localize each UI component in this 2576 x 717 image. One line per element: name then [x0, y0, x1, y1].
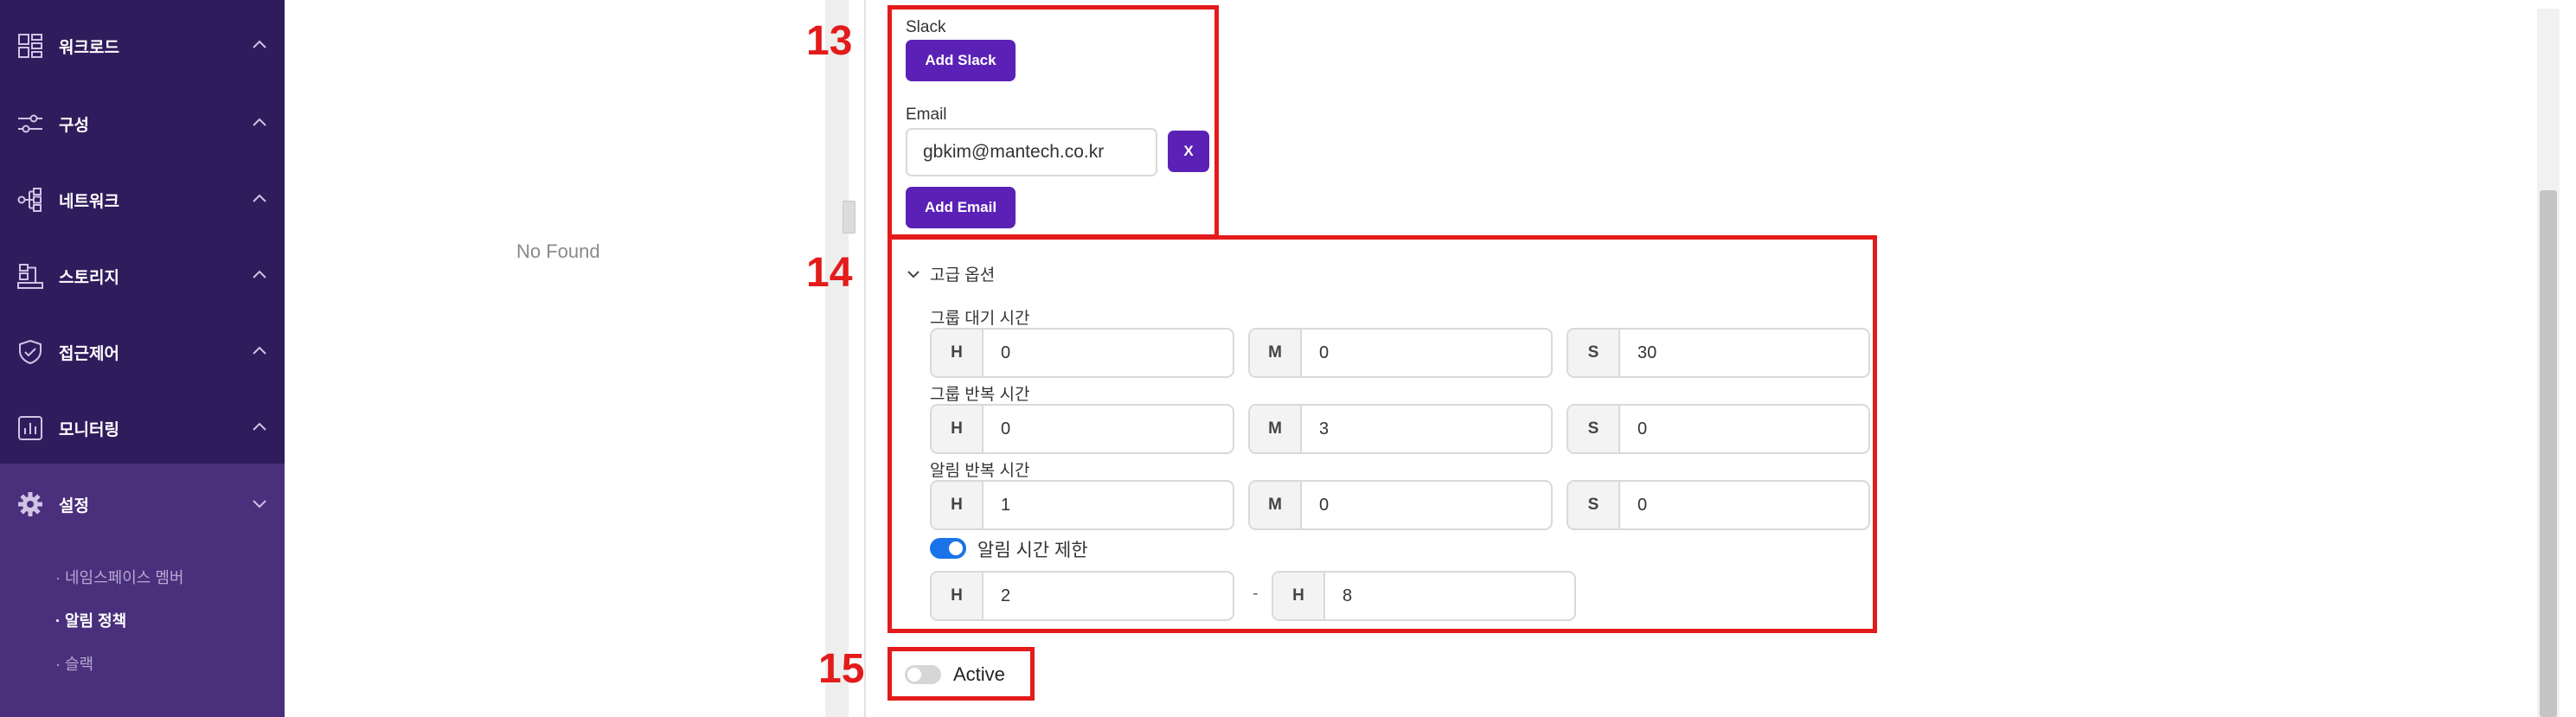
- shield-check-icon: [16, 337, 45, 367]
- alert-repeat-seconds-input[interactable]: S0: [1567, 480, 1870, 530]
- seconds-value[interactable]: 0: [1620, 482, 1868, 528]
- annotation-number-15: 15: [818, 646, 865, 692]
- minutes-value[interactable]: 0: [1302, 482, 1551, 528]
- sidebar-item-label: 구성: [59, 116, 89, 135]
- sidebar-subitem-namespace-member[interactable]: · 네임스페이스 멤버: [55, 566, 183, 588]
- email-label: Email: [906, 106, 947, 124]
- sidebar-item-label: 접근제어: [59, 344, 119, 363]
- hours-tag: H: [932, 330, 984, 376]
- chevron-down-icon: [253, 500, 266, 509]
- add-slack-button[interactable]: Add Slack: [906, 40, 1016, 81]
- from-hour-value[interactable]: 2: [984, 573, 1233, 619]
- hours-value[interactable]: 1: [984, 482, 1233, 528]
- seconds-tag: S: [1568, 330, 1620, 376]
- remove-email-button[interactable]: X: [1168, 131, 1209, 172]
- sidebar-item-config[interactable]: 구성: [0, 86, 285, 162]
- chevron-up-icon: [253, 346, 266, 355]
- sidebar-item-label: 모니터링: [59, 420, 119, 439]
- chart-icon: [16, 413, 45, 443]
- annotation-number-14: 14: [806, 250, 853, 296]
- splitter-handle[interactable]: [843, 201, 855, 234]
- group-repeat-hours-input[interactable]: H0: [930, 404, 1234, 454]
- sidebar-item-workload[interactable]: 워크로드: [0, 8, 285, 84]
- group-wait-seconds-input[interactable]: S 30: [1567, 328, 1870, 378]
- range-separator: -: [1253, 584, 1259, 603]
- minutes-value[interactable]: 3: [1302, 406, 1551, 452]
- sidebar: 워크로드 구성 네트워크 스토리지 접근제어 모니터링 설정 · 네임스페이스 …: [0, 0, 285, 717]
- alert-repeat-minutes-input[interactable]: M0: [1248, 480, 1553, 530]
- group-repeat-label: 그룹 반복 시간: [930, 386, 1030, 404]
- hours-tag: H: [1273, 573, 1325, 619]
- alert-repeat-label: 알림 반복 시간: [930, 462, 1030, 480]
- alert-repeat-hours-input[interactable]: H1: [930, 480, 1234, 530]
- sidebar-subitem-slack[interactable]: · 슬랙: [55, 652, 93, 675]
- advanced-options-label: 고급 옵션: [930, 266, 996, 285]
- chevron-up-icon: [253, 40, 266, 48]
- hours-value[interactable]: 0: [984, 406, 1233, 452]
- time-limit-label: 알림 시간 제한: [977, 541, 1088, 560]
- advanced-options-toggle[interactable]: 고급 옵션: [906, 262, 995, 285]
- sidebar-item-access-control[interactable]: 접근제어: [0, 314, 285, 390]
- minutes-tag: M: [1250, 330, 1302, 376]
- hours-tag: H: [932, 573, 984, 619]
- time-limit-to-input[interactable]: H8: [1272, 571, 1576, 621]
- chevron-up-icon: [253, 270, 266, 278]
- active-toggle[interactable]: [905, 665, 941, 684]
- group-repeat-minutes-input[interactable]: M3: [1248, 404, 1553, 454]
- group-wait-hours-input[interactable]: H0: [930, 328, 1234, 378]
- active-label: Active: [953, 663, 1005, 685]
- hours-value[interactable]: 0: [984, 330, 1233, 376]
- group-repeat-seconds-input[interactable]: S0: [1567, 404, 1870, 454]
- chevron-down-icon: [907, 270, 920, 278]
- toggle-knob: [949, 541, 963, 555]
- sidebar-item-storage[interactable]: 스토리지: [0, 238, 285, 314]
- seconds-tag: S: [1568, 482, 1620, 528]
- email-field[interactable]: gbkim@mantech.co.kr: [906, 128, 1157, 176]
- sidebar-item-label: 네트워크: [59, 192, 119, 211]
- sidebar-item-monitoring[interactable]: 모니터링: [0, 390, 285, 466]
- config-sliders-icon: [16, 109, 45, 138]
- minutes-tag: M: [1250, 482, 1302, 528]
- panel-divider-line: [864, 0, 866, 717]
- storage-icon: [16, 261, 45, 291]
- time-limit-toggle[interactable]: [930, 538, 966, 559]
- annotation-number-13: 13: [806, 18, 853, 64]
- group-wait-minutes-input[interactable]: M0: [1248, 328, 1553, 378]
- slack-label: Slack: [906, 18, 946, 36]
- sidebar-item-network[interactable]: 네트워크: [0, 162, 285, 238]
- gear-icon: [16, 490, 45, 519]
- panel-divider: [825, 0, 849, 717]
- toggle-knob: [907, 668, 921, 682]
- sidebar-item-label: 워크로드: [59, 38, 119, 57]
- sidebar-item-label: 설정: [59, 496, 89, 515]
- chevron-up-icon: [253, 118, 266, 126]
- minutes-value[interactable]: 0: [1302, 330, 1551, 376]
- hours-tag: H: [932, 406, 984, 452]
- seconds-tag: S: [1568, 406, 1620, 452]
- chevron-up-icon: [253, 422, 266, 431]
- sidebar-item-settings[interactable]: 설정: [0, 466, 285, 542]
- empty-state-text: No Found: [516, 240, 600, 262]
- hours-tag: H: [932, 482, 984, 528]
- network-icon: [16, 185, 45, 214]
- sidebar-item-label: 스토리지: [59, 268, 119, 287]
- to-hour-value[interactable]: 8: [1325, 573, 1574, 619]
- group-wait-label: 그룹 대기 시간: [930, 310, 1030, 328]
- scrollbar-thumb[interactable]: [2540, 190, 2557, 717]
- seconds-value[interactable]: 0: [1620, 406, 1868, 452]
- sidebar-subitem-alert-policy[interactable]: · 알림 정책: [55, 609, 126, 631]
- time-limit-from-input[interactable]: H2: [930, 571, 1234, 621]
- seconds-value[interactable]: 30: [1620, 330, 1868, 376]
- chevron-up-icon: [253, 194, 266, 202]
- minutes-tag: M: [1250, 406, 1302, 452]
- workload-icon: [16, 31, 45, 61]
- add-email-button[interactable]: Add Email: [906, 187, 1016, 228]
